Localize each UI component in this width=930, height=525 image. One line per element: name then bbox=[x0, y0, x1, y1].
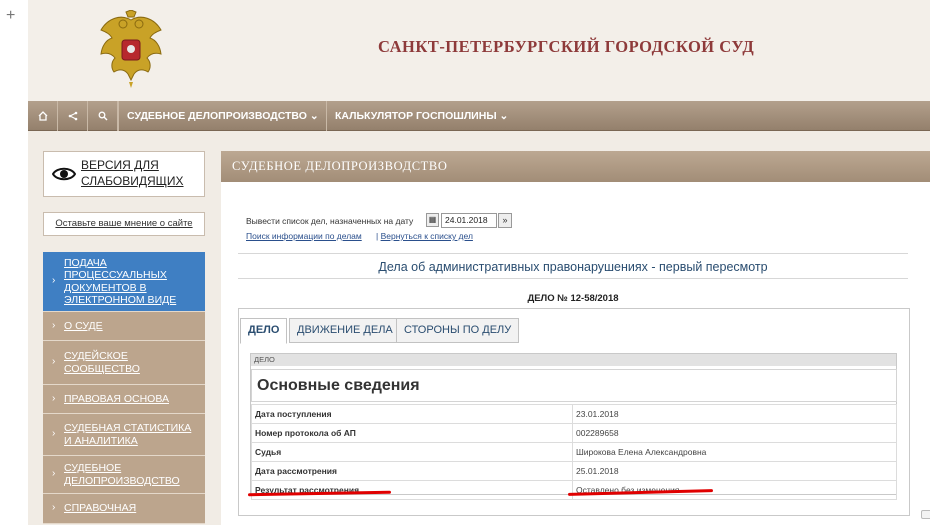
panel-title: Основные сведения bbox=[251, 369, 897, 402]
chevron-right-icon: › bbox=[52, 392, 56, 404]
back-to-list-link[interactable]: Вернуться к списку дел bbox=[381, 231, 473, 241]
sidebar-menu: › ПОДАЧА ПРОЦЕССУАЛЬНЫХ ДОКУМЕНТОВ В ЭЛЕ… bbox=[43, 252, 205, 524]
sidebar-item-reference[interactable]: › СПРАВОЧНАЯ bbox=[43, 494, 205, 524]
home-icon[interactable] bbox=[28, 101, 58, 131]
low-vision-label: ВЕРСИЯ ДЛЯ СЛАБОВИДЯЩИХ bbox=[81, 158, 184, 188]
row-key: Дата рассмотрения bbox=[251, 461, 573, 481]
sidebar-item-label: ПОДАЧА ПРОЦЕССУАЛЬНЫХ ДОКУМЕНТОВ В ЭЛЕКТ… bbox=[64, 256, 177, 307]
sidebar-item-court-proceedings[interactable]: › СУДЕБНОЕ ДЕЛОПРОИЗВОДСТВО bbox=[43, 456, 205, 494]
sidebar-item-judges[interactable]: › СУДЕЙСКОЕ СООБЩЕСТВО bbox=[43, 341, 205, 385]
date-filter-label: Вывести список дел, назначенных на дату bbox=[246, 216, 414, 226]
chevron-right-icon: › bbox=[52, 275, 56, 287]
sidebar-item-label: О СУДЕ bbox=[64, 319, 103, 332]
panel-caption: ДЕЛО bbox=[251, 354, 896, 366]
row-key: Судья bbox=[251, 442, 573, 462]
sidebar-item-label: СУДЕБНОЕ ДЕЛОПРОИЗВОДСТВО bbox=[64, 462, 180, 487]
main-navbar: СУДЕБНОЕ ДЕЛОПРОИЗВОДСТВО ⌄ КАЛЬКУЛЯТОР … bbox=[28, 101, 930, 131]
sidebar-item-legal-basis[interactable]: › ПРАВОВАЯ ОСНОВА bbox=[43, 385, 205, 414]
row-key: Результат рассмотрения bbox=[251, 480, 573, 500]
tab-case-movement[interactable]: ДВИЖЕНИЕ ДЕЛА bbox=[289, 318, 401, 343]
link-separator: | bbox=[376, 231, 379, 241]
sidebar-item-statistics[interactable]: › СУДЕБНАЯ СТАТИСТИКА И АНАЛИТИКА bbox=[43, 414, 205, 456]
row-value: Оставлено без изменения bbox=[572, 480, 897, 500]
new-tab-plus-icon[interactable]: + bbox=[6, 8, 15, 24]
row-value: Широкова Елена Александровна bbox=[572, 442, 897, 462]
chevron-right-icon: › bbox=[52, 428, 56, 440]
divider bbox=[238, 278, 908, 279]
main-content: СУДЕБНОЕ ДЕЛОПРОИЗВОДСТВО Вывести список… bbox=[221, 151, 930, 525]
site-header: САНКТ-ПЕТЕРБУРГСКИЙ ГОРОДСКОЙ СУД bbox=[28, 0, 930, 101]
eye-icon bbox=[52, 167, 76, 181]
sidebar-item-about[interactable]: › О СУДЕ bbox=[43, 312, 205, 341]
nav-fee-calculator[interactable]: КАЛЬКУЛЯТОР ГОСПОШЛИНЫ ⌄ bbox=[326, 101, 508, 131]
row-value: 002289658 bbox=[572, 423, 897, 443]
divider bbox=[238, 253, 908, 254]
section-title: СУДЕБНОЕ ДЕЛОПРОИЗВОДСТВО bbox=[221, 151, 930, 182]
coat-of-arms-icon bbox=[100, 10, 162, 88]
table-row: Дата поступления 23.01.2018 bbox=[251, 404, 897, 424]
case-details-panel: ДЕЛО Основные сведения Дата поступления … bbox=[250, 353, 897, 500]
row-value: 23.01.2018 bbox=[572, 404, 897, 424]
sidebar-item-label: СПРАВОЧНАЯ bbox=[64, 502, 137, 515]
nav-court-proceedings[interactable]: СУДЕБНОЕ ДЕЛОПРОИЗВОДСТВО ⌄ bbox=[118, 101, 319, 131]
feedback-link[interactable]: Оставьте ваше мнение о сайте bbox=[43, 212, 205, 236]
case-number: ДЕЛО № 12-58/2018 bbox=[527, 293, 619, 304]
tab-case[interactable]: ДЕЛО bbox=[240, 318, 288, 344]
calendar-icon[interactable]: ▦ bbox=[426, 213, 439, 227]
chevron-right-icon: › bbox=[52, 356, 56, 368]
low-vision-version-link[interactable]: ВЕРСИЯ ДЛЯ СЛАБОВИДЯЩИХ bbox=[43, 151, 205, 197]
row-key: Дата поступления bbox=[251, 404, 573, 424]
chevron-right-icon: › bbox=[52, 319, 56, 331]
table-row: Результат рассмотрения Оставлено без изм… bbox=[251, 480, 897, 500]
table-row: Дата рассмотрения 25.01.2018 bbox=[251, 461, 897, 481]
court-title: САНКТ-ПЕТЕРБУРГСКИЙ ГОРОДСКОЙ СУД bbox=[378, 37, 755, 56]
case-search-link[interactable]: Поиск информации по делам bbox=[246, 231, 362, 241]
go-button[interactable]: » bbox=[498, 213, 512, 228]
case-category-title: Дела об административных правонарушениях… bbox=[378, 260, 768, 274]
sidebar-item-label: СУДЕБНАЯ СТАТИСТИКА И АНАЛИТИКА bbox=[64, 422, 192, 447]
row-key: Номер протокола об АП bbox=[251, 423, 573, 443]
chevron-right-icon: › bbox=[52, 468, 56, 480]
sitemap-icon[interactable] bbox=[58, 101, 88, 131]
sidebar-item-label: ПРАВОВАЯ ОСНОВА bbox=[64, 392, 169, 405]
sidebar-item-label: СУДЕЙСКОЕ СООБЩЕСТВО bbox=[64, 350, 140, 375]
date-input[interactable]: 24.01.2018 bbox=[441, 213, 497, 228]
sidebar-item-electronic-filing[interactable]: › ПОДАЧА ПРОЦЕССУАЛЬНЫХ ДОКУМЕНТОВ В ЭЛЕ… bbox=[43, 252, 205, 312]
court-website: САНКТ-ПЕТЕРБУРГСКИЙ ГОРОДСКОЙ СУД СУДЕБН… bbox=[28, 0, 930, 525]
chevron-right-icon: › bbox=[52, 502, 56, 514]
table-row: Судья Широкова Елена Александровна bbox=[251, 442, 897, 462]
row-value: 25.01.2018 bbox=[572, 461, 897, 481]
print-icon[interactable] bbox=[921, 510, 930, 519]
back-to-list: | Вернуться к списку дел bbox=[376, 231, 473, 241]
case-info-table: Дата поступления 23.01.2018 Номер проток… bbox=[251, 404, 897, 500]
search-icon[interactable] bbox=[88, 101, 118, 131]
tab-case-parties[interactable]: СТОРОНЫ ПО ДЕЛУ bbox=[396, 318, 520, 343]
table-row: Номер протокола об АП 002289658 bbox=[251, 423, 897, 443]
